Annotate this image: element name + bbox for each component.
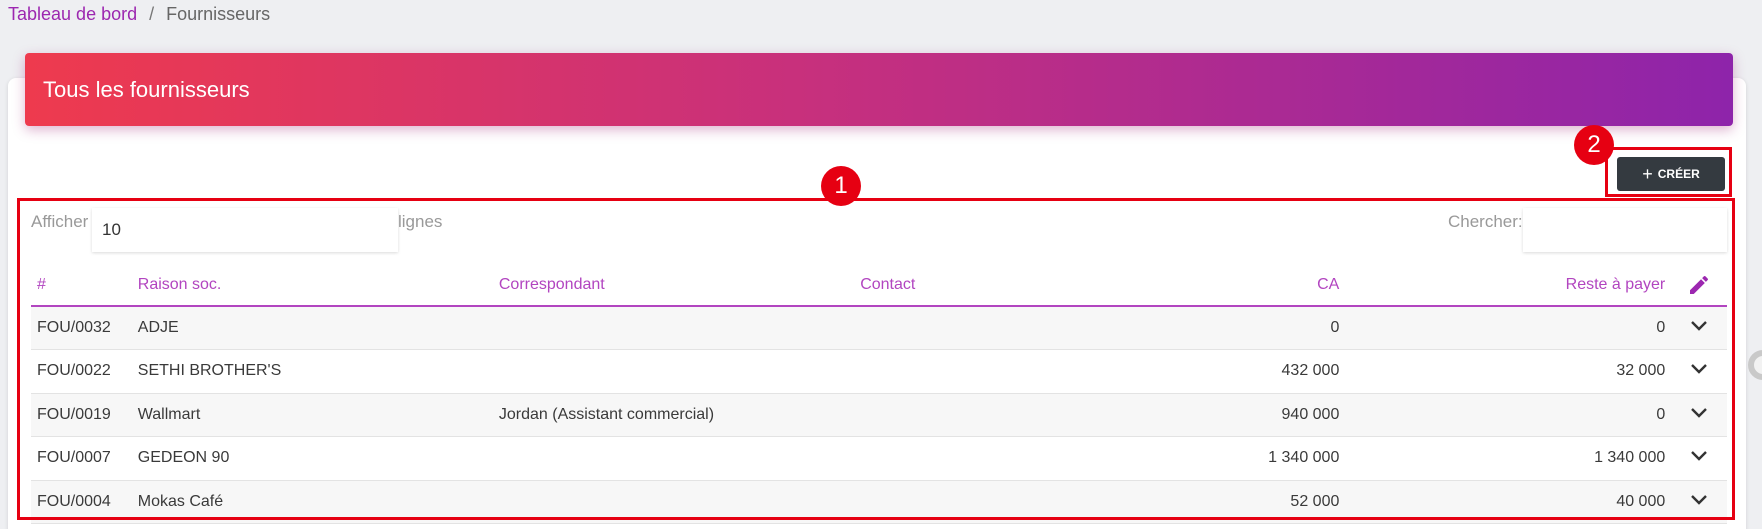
breadcrumb: Tableau de bord / Fournisseurs [8, 4, 270, 25]
breadcrumb-home-link[interactable]: Tableau de bord [8, 4, 137, 25]
side-scroll-icon[interactable] [1748, 350, 1762, 380]
annotation-box-table [17, 198, 1735, 520]
page-title: Tous les fournisseurs [43, 76, 250, 102]
card-header: Tous les fournisseurs [25, 53, 1733, 126]
breadcrumb-separator: / [149, 4, 155, 24]
breadcrumb-current: Fournisseurs [166, 4, 271, 24]
annotation-marker-1: 1 [821, 166, 861, 206]
annotation-marker-2: 2 [1574, 125, 1614, 165]
annotation-box-create [1605, 147, 1732, 197]
